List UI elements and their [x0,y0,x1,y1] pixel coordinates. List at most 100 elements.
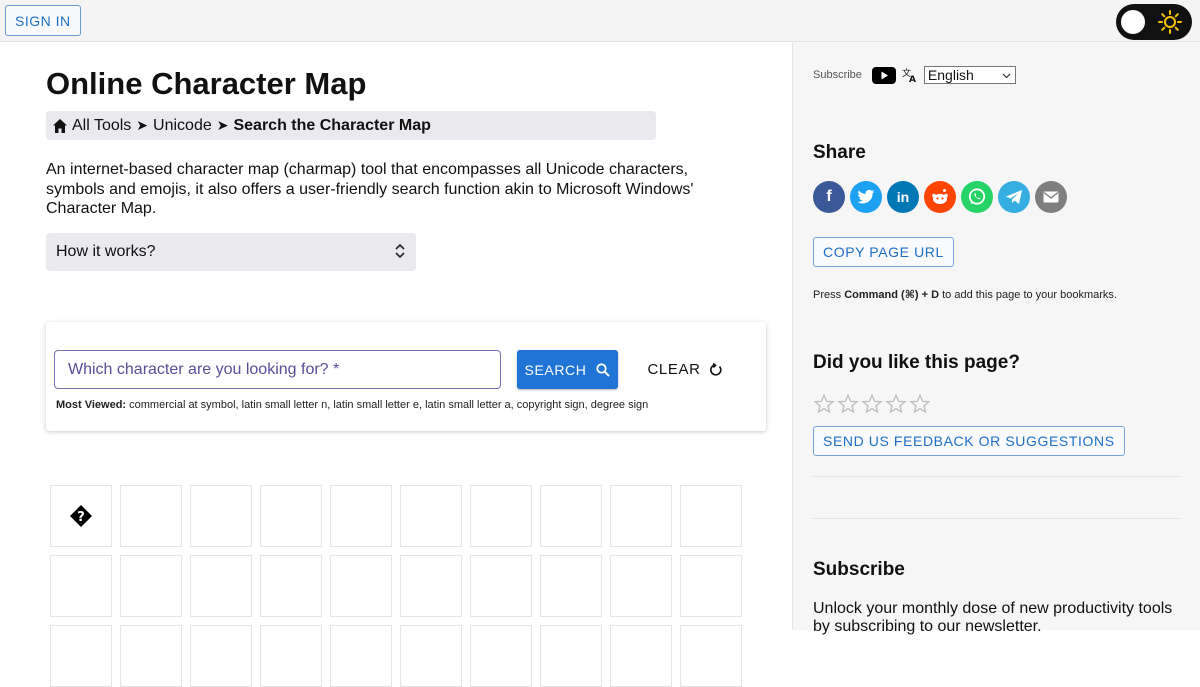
language-select[interactable]: English [923,66,1016,84]
feedback-button[interactable]: SEND US FEEDBACK OR SUGGESTIONS [813,426,1125,456]
share-heading: Share [813,142,866,163]
email-share-button[interactable] [1035,181,1067,213]
most-viewed-link[interactable]: latin small letter a [425,399,511,411]
char-cell[interactable] [330,625,392,687]
divider [813,476,1181,477]
char-cell[interactable] [260,625,322,687]
char-cell[interactable] [120,485,182,547]
char-cell[interactable] [680,485,742,547]
search-input[interactable] [54,350,501,389]
char-cell[interactable] [50,555,112,617]
star-rating [813,393,931,415]
char-cell[interactable] [400,625,462,687]
char-cell[interactable] [190,555,252,617]
subscribe-heading: Subscribe [813,559,905,580]
search-button-label: SEARCH [524,361,587,378]
search-icon [596,362,611,377]
char-cell[interactable] [680,555,742,617]
star-icon[interactable] [885,393,907,415]
char-cell[interactable] [680,625,742,687]
reddit-share-button[interactable] [924,181,956,213]
most-viewed-link[interactable]: commercial at symbol [129,399,235,411]
share-buttons: f in [813,181,1067,213]
char-cell[interactable] [400,485,462,547]
toggle-knob [1121,10,1145,34]
intro-text: An internet-based character map (charmap… [46,161,694,217]
sign-in-button[interactable]: SIGN IN [5,5,81,36]
star-icon[interactable] [837,393,859,415]
char-cell[interactable] [540,555,602,617]
char-cell[interactable] [470,485,532,547]
twitter-share-button[interactable] [850,181,882,213]
bookmark-keys: Command (⌘) + D [844,289,940,301]
main-content: Online Character Map All Tools ➤ Unicode… [0,42,792,687]
whatsapp-share-button[interactable] [961,181,993,213]
most-viewed-label: Most Viewed: [56,399,127,411]
char-cell[interactable] [540,485,602,547]
facebook-share-button[interactable]: f [813,181,845,213]
char-cell[interactable] [540,625,602,687]
breadcrumb-separator: ➤ [216,117,229,133]
divider [813,518,1181,519]
most-viewed-link[interactable]: copyright sign [517,399,585,411]
translate-icon: 文 A [902,67,916,83]
char-cell[interactable] [610,485,672,547]
star-icon[interactable] [861,393,883,415]
subscribe-label: Subscribe [813,69,862,81]
char-cell[interactable] [470,625,532,687]
star-icon[interactable] [813,393,835,415]
char-cell[interactable] [260,485,322,547]
char-cell[interactable]: ? [50,485,112,547]
char-cell[interactable] [330,485,392,547]
breadcrumb-all-tools[interactable]: All Tools [72,117,131,135]
char-cell[interactable] [610,625,672,687]
char-cell[interactable] [120,555,182,617]
expand-chevron-icon [395,243,405,259]
theme-toggle[interactable] [1116,4,1192,40]
bookmark-hint: Press Command (⌘) + D to add this page t… [813,288,1117,301]
youtube-icon[interactable] [871,66,896,84]
replacement-char-icon: ? [70,505,92,527]
how-it-works-label: How it works? [56,243,156,260]
char-cell[interactable] [190,485,252,547]
char-cell[interactable] [330,555,392,617]
character-grid: ? [50,485,742,687]
most-viewed-link[interactable]: latin small letter e [333,399,419,411]
search-button[interactable]: SEARCH [517,350,618,389]
clear-button[interactable]: CLEAR [640,350,730,389]
breadcrumb-current: Search the Character Map [233,116,431,134]
breadcrumb: All Tools ➤ Unicode ➤ Search the Charact… [46,111,656,140]
top-bar: SIGN IN [0,0,1200,42]
copy-url-button[interactable]: COPY PAGE URL [813,237,954,267]
most-viewed-link[interactable]: latin small letter n [242,399,328,411]
most-viewed-list: commercial at symbol, latin small letter… [129,399,649,411]
most-viewed: Most Viewed: commercial at symbol, latin… [56,399,648,411]
clear-button-label: CLEAR [647,361,701,378]
star-icon[interactable] [909,393,931,415]
subscribe-text: Unlock your monthly dose of new producti… [813,600,1173,635]
char-cell[interactable] [400,555,462,617]
how-it-works-accordion[interactable]: How it works? [46,233,416,271]
linkedin-share-button[interactable]: in [887,181,919,213]
breadcrumb-separator: ➤ [136,117,149,133]
sidebar-toolbar: Subscribe 文 A English [813,66,1016,84]
reset-icon [709,362,722,376]
char-cell[interactable] [190,625,252,687]
char-cell[interactable] [50,625,112,687]
sun-icon [1158,10,1182,34]
telegram-share-button[interactable] [998,181,1030,213]
page-title: Online Character Map [46,66,367,101]
char-cell[interactable] [610,555,672,617]
sidebar: Subscribe 文 A English Share f in COPY PAG… [792,42,1200,635]
char-cell[interactable] [120,625,182,687]
chevron-down-icon [1002,73,1011,79]
home-icon[interactable] [52,118,68,134]
svg-text:?: ? [77,510,85,525]
char-cell[interactable] [260,555,322,617]
char-cell[interactable] [470,555,532,617]
most-viewed-link[interactable]: degree sign [591,399,649,411]
breadcrumb-unicode[interactable]: Unicode [153,117,212,135]
svg-text:A: A [909,75,916,83]
rating-heading: Did you like this page? [813,352,1020,373]
search-card: SEARCH CLEAR Most Viewed: commercial at … [46,322,766,431]
